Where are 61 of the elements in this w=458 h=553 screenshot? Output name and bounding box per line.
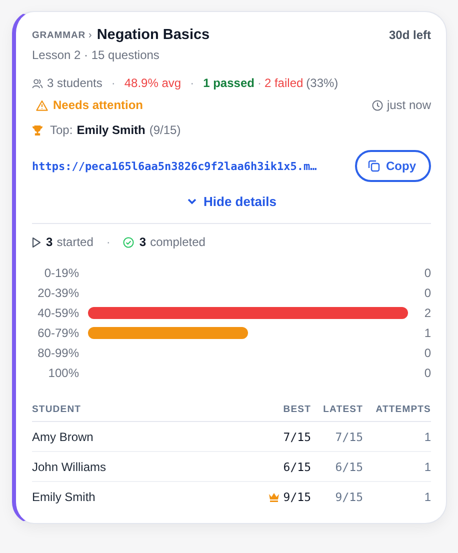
passed-count: 1 passed — [203, 76, 254, 90]
category-label: GRAMMAR — [32, 30, 86, 40]
play-icon — [32, 236, 41, 248]
latest-score: 7/15 — [311, 422, 363, 452]
top-label: Top: — [50, 123, 73, 137]
latest-score: 9/15 — [311, 482, 363, 511]
separator-dot: · — [106, 235, 110, 249]
failed-share: (33%) — [306, 76, 338, 90]
users-icon — [32, 78, 43, 88]
best-score: 6/15 — [283, 460, 311, 474]
check-circle-icon — [123, 236, 134, 248]
top-score: (9/15) — [149, 123, 181, 137]
separator-dot: · — [190, 76, 194, 90]
time-left: 30d left — [388, 28, 431, 42]
clock-icon — [372, 100, 383, 110]
bucket-count: 2 — [423, 306, 431, 320]
column-header: STUDENT — [32, 404, 221, 422]
top-student: Emily Smith — [76, 123, 146, 137]
attention-status: Needs attention — [53, 98, 144, 112]
latest-score: 6/15 — [311, 452, 363, 482]
copy-icon — [368, 160, 380, 172]
quiz-title: Negation Basics — [96, 27, 210, 43]
breadcrumb-separator: › — [88, 30, 92, 40]
copy-button[interactable]: Copy — [355, 150, 431, 182]
completed-label: completed — [150, 235, 206, 249]
bucket-label: 40-59% — [36, 306, 79, 320]
warning-icon — [36, 100, 48, 110]
bucket-count: 0 — [423, 286, 431, 300]
attempt-count: 1 — [363, 482, 431, 511]
failed-count: 2 failed — [264, 76, 304, 90]
student-name: John Williams — [32, 452, 221, 482]
best-score: 9/15 — [283, 490, 311, 504]
bucket-label: 100% — [47, 366, 79, 380]
student-count: 3 students — [47, 76, 102, 90]
quiz-subtitle: Lesson 2 · 15 questions — [32, 48, 160, 62]
bucket-count: 0 — [423, 346, 431, 360]
started-label: started — [56, 235, 94, 249]
column-header: BEST — [221, 404, 311, 422]
bucket-label: 20-39% — [36, 286, 79, 300]
updated-time: just now — [386, 98, 431, 112]
bucket-count: 0 — [423, 366, 431, 380]
bucket-label: 60-79% — [36, 326, 79, 340]
separator-dot: · — [111, 76, 116, 90]
completed-count: 3 — [139, 235, 146, 249]
average-score: 48.9% avg — [124, 76, 182, 90]
separator-dot: · — [257, 76, 262, 90]
bucket-label: 0-19% — [43, 266, 79, 280]
trophy-icon — [32, 124, 43, 136]
student-name: Emily Smith — [32, 482, 221, 511]
column-header: LATEST — [311, 404, 363, 422]
chevron-icon — [186, 198, 197, 205]
bucket-count: 1 — [423, 326, 431, 340]
details-toggle[interactable]: Hide details — [184, 192, 278, 211]
started-count: 3 — [46, 235, 53, 249]
best-score: 7/15 — [283, 430, 311, 444]
attempt-count: 1 — [363, 422, 431, 452]
student-name: Amy Brown — [32, 422, 221, 452]
bucket-count: 0 — [423, 266, 431, 280]
bucket-label: 80-99% — [36, 346, 79, 360]
attempt-count: 1 — [363, 452, 431, 482]
column-header: ATTEMPTS — [363, 404, 431, 422]
